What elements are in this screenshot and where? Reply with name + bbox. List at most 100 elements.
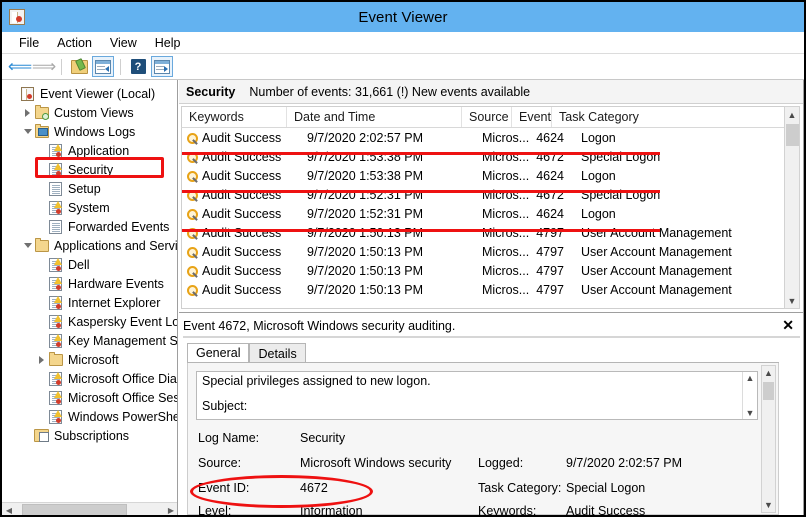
detail-scroll-thumb[interactable] xyxy=(763,382,774,400)
field-value-source: Microsoft Windows security xyxy=(300,456,452,470)
tree-item-setup[interactable]: Setup xyxy=(2,179,177,198)
table-row[interactable]: Audit Success 9/7/2020 1:53:38 PM Micros..… xyxy=(182,147,785,166)
cell-task-category: Special Logon xyxy=(581,149,661,164)
tree-item-internet-explorer[interactable]: Internet Explorer xyxy=(2,293,177,312)
custom-views-icon xyxy=(33,104,50,120)
log-icon xyxy=(47,295,64,310)
forward-icon: ⟹ xyxy=(31,57,57,76)
tree-item-system[interactable]: System xyxy=(2,198,177,217)
column-header-source[interactable]: Source xyxy=(462,107,512,127)
tree-item-key-management-s[interactable]: Key Management S xyxy=(2,331,177,350)
message-scroll-up-icon[interactable]: ▲ xyxy=(743,373,757,383)
cell-date-and-time: 9/7/2020 1:50:13 PM xyxy=(307,282,424,297)
log-icon xyxy=(47,409,64,424)
table-row[interactable]: Audit Success 9/7/2020 1:53:38 PM Micros..… xyxy=(182,166,785,185)
tree-item-applications-and-servic[interactable]: Applications and Servic xyxy=(2,236,178,255)
log-icon xyxy=(47,143,64,158)
tree-item-hardware-events[interactable]: Hardware Events xyxy=(2,274,177,293)
scroll-right-icon[interactable]: ▶ xyxy=(164,503,177,516)
tree-item-kaspersky-event-log[interactable]: Kaspersky Event Log xyxy=(2,312,177,331)
field-value-event-id: 4672 xyxy=(300,481,328,495)
tree-item-microsoft[interactable]: Microsoft xyxy=(2,350,177,369)
tab-general[interactable]: General xyxy=(187,343,250,363)
table-row[interactable]: Audit Success 9/7/2020 2:02:57 PM Micros..… xyxy=(182,128,785,147)
tree-item-security[interactable]: Security xyxy=(2,160,177,179)
show-hide-console-tree-button[interactable] xyxy=(92,56,114,77)
scroll-up-icon[interactable]: ▲ xyxy=(785,107,799,122)
tree-item-subscriptions[interactable]: Subscriptions xyxy=(2,426,177,445)
tree-hscroll-thumb[interactable] xyxy=(22,504,127,515)
cell-keywords: Audit Success xyxy=(202,206,282,221)
folder-icon xyxy=(33,237,50,252)
detail-scroll-up-icon[interactable]: ▲ xyxy=(762,366,775,380)
chevron-right-icon[interactable] xyxy=(22,108,33,117)
table-row[interactable]: Audit Success 9/7/2020 1:50:13 PM Micros..… xyxy=(182,280,785,299)
chevron-down-icon[interactable] xyxy=(22,243,33,248)
close-icon[interactable]: ✕ xyxy=(782,317,794,333)
audit-success-key-icon xyxy=(182,246,202,258)
scroll-left-icon[interactable]: ◀ xyxy=(2,503,16,516)
column-header-date-and-time[interactable]: Date and Time xyxy=(287,107,462,127)
log-icon xyxy=(47,371,64,386)
event-list-scroll-thumb[interactable] xyxy=(786,124,799,146)
log-icon xyxy=(47,200,64,215)
column-header-task-category[interactable]: Task Category xyxy=(552,107,785,127)
event-detail-header: Event 4672, Microsoft Windows security a… xyxy=(183,316,800,338)
detail-body: Special privileges assigned to new logon… xyxy=(187,363,779,515)
table-row[interactable]: Audit Success 9/7/2020 1:52:31 PM Micros..… xyxy=(182,185,785,204)
menu-item-help[interactable]: Help xyxy=(146,34,190,52)
tree-item-forwarded-events[interactable]: Forwarded Events xyxy=(2,217,177,236)
tree-item-label: Internet Explorer xyxy=(68,295,161,310)
tree-item-custom-views[interactable]: Custom Views xyxy=(2,103,177,122)
tree-item-label: Microsoft xyxy=(68,352,119,367)
detail-scroll-down-icon[interactable]: ▼ xyxy=(762,498,775,512)
forward-button[interactable]: ⟹ xyxy=(31,56,57,77)
event-message-box[interactable]: Special privileges assigned to new logon… xyxy=(196,371,758,420)
tree-item-dell[interactable]: Dell xyxy=(2,255,177,274)
table-row[interactable]: Audit Success 9/7/2020 1:52:31 PM Micros..… xyxy=(182,204,785,223)
detail-vertical-scrollbar[interactable]: ▲ ▼ xyxy=(761,365,776,513)
event-detail-title: Event 4672, Microsoft Windows security a… xyxy=(183,319,456,333)
chevron-down-icon[interactable] xyxy=(22,129,33,134)
column-header-event-id[interactable]: Event... xyxy=(512,107,552,127)
cell-keywords: Audit Success xyxy=(202,187,282,202)
cell-date-and-time: 9/7/2020 1:52:31 PM xyxy=(307,206,424,221)
back-button[interactable]: ⟸ xyxy=(7,56,33,77)
help-button[interactable]: ? xyxy=(127,56,149,77)
chevron-right-icon[interactable] xyxy=(36,355,47,364)
toolbar-separator-1 xyxy=(61,58,62,75)
tree-item-label: Applications and Servic xyxy=(54,238,178,253)
cell-source: Micros... xyxy=(482,225,530,240)
tree-item-event-viewer-local[interactable]: Event Viewer (Local) xyxy=(2,84,177,103)
window-title: Event Viewer xyxy=(358,8,448,26)
tree-horizontal-scrollbar[interactable]: ◀ ▶ xyxy=(2,502,177,516)
open-saved-log-button[interactable] xyxy=(68,56,90,77)
table-row[interactable]: Audit Success 9/7/2020 1:50:13 PM Micros..… xyxy=(182,223,785,242)
scroll-down-icon[interactable]: ▼ xyxy=(785,293,799,308)
column-header-keywords[interactable]: Keywords xyxy=(182,107,287,127)
event-list-vertical-scrollbar[interactable]: ▲ ▼ xyxy=(784,106,800,309)
menu-item-view[interactable]: View xyxy=(101,34,146,52)
back-icon: ⟸ xyxy=(7,57,33,76)
menu-item-action[interactable]: Action xyxy=(48,34,101,52)
show-hide-action-pane-button[interactable] xyxy=(151,56,173,77)
cell-source: Micros... xyxy=(482,263,530,278)
tree-item-application[interactable]: Application xyxy=(2,141,177,160)
table-row[interactable]: Audit Success 9/7/2020 1:50:13 PM Micros..… xyxy=(182,242,785,261)
table-row[interactable]: Audit Success 9/7/2020 1:50:13 PM Micros..… xyxy=(182,261,785,280)
message-scrollbar[interactable]: ▲ ▼ xyxy=(742,372,757,419)
subscriptions-icon xyxy=(33,429,50,442)
title-bar: Event Viewer xyxy=(2,2,804,32)
cell-source: Micros... xyxy=(482,168,530,183)
tab-details[interactable]: Details xyxy=(249,343,306,363)
menu-item-file[interactable]: File xyxy=(10,34,48,52)
tree-item-windows-powershe[interactable]: Windows PowerShe xyxy=(2,407,177,426)
field-value-logged: 9/7/2020 2:02:57 PM xyxy=(566,456,683,470)
tree-item-windows-logs[interactable]: Windows Logs xyxy=(2,122,177,141)
audit-success-key-icon xyxy=(182,284,202,296)
message-scroll-down-icon[interactable]: ▼ xyxy=(743,408,757,418)
cell-task-category: User Account Management xyxy=(581,282,732,297)
tree-item-microsoft-office-ses[interactable]: Microsoft Office Ses xyxy=(2,388,177,407)
tree-item-microsoft-office-dia[interactable]: Microsoft Office Dia xyxy=(2,369,177,388)
event-list[interactable]: Audit Success 9/7/2020 2:02:57 PM Micros..… xyxy=(181,128,786,309)
